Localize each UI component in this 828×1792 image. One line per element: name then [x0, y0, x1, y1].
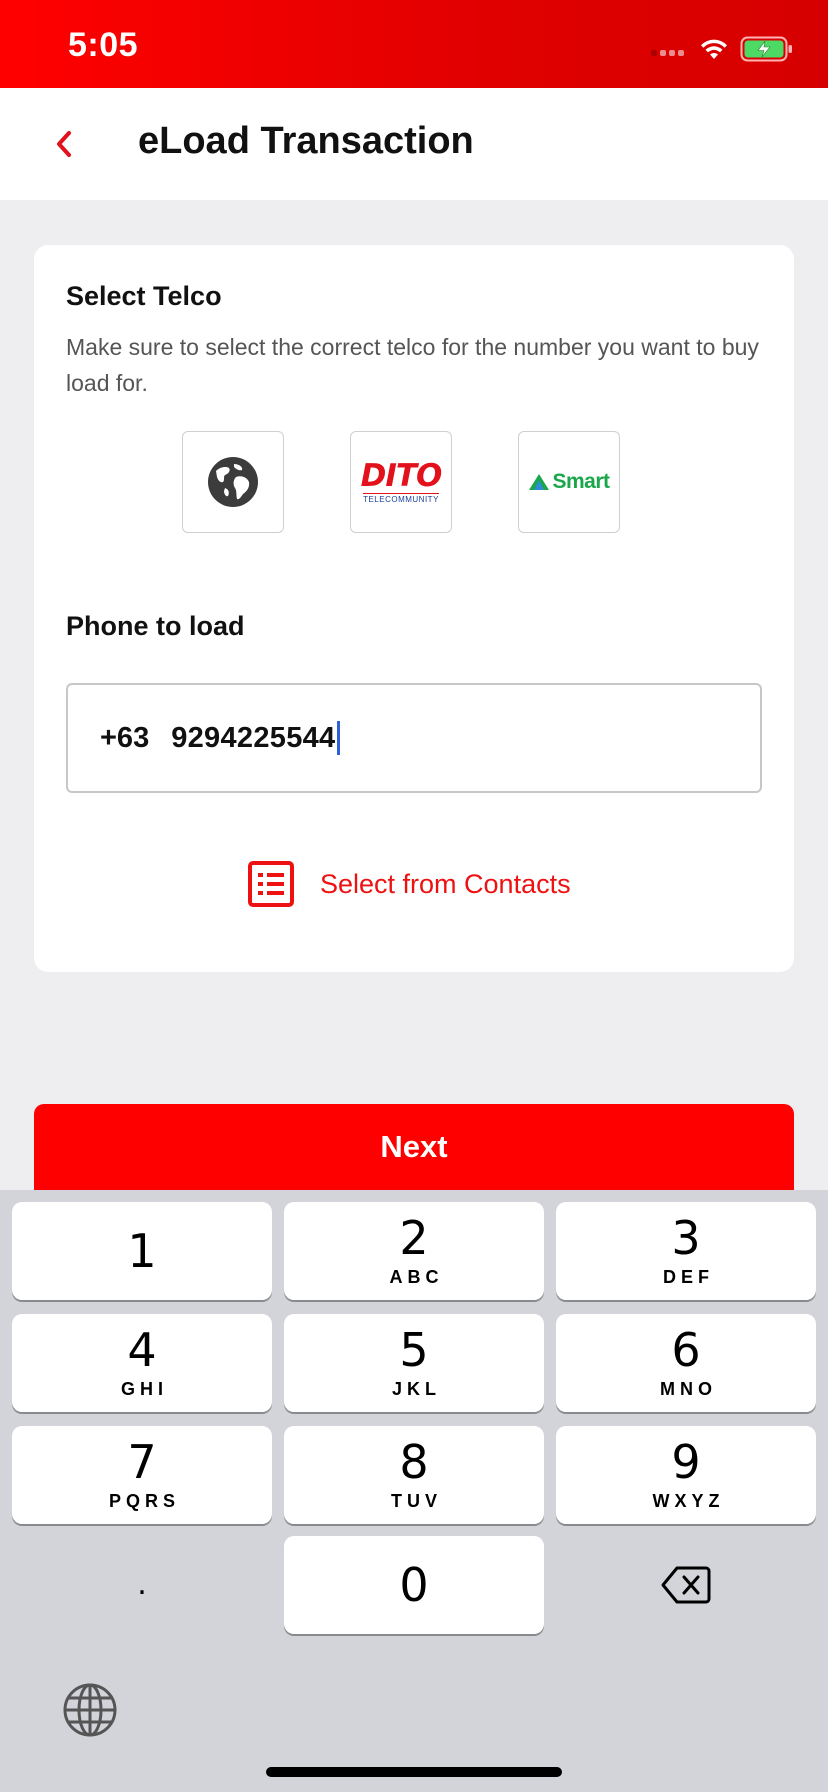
telco-option-global[interactable] [182, 431, 284, 533]
key-digit: 8 [399, 1434, 429, 1489]
phone-input[interactable]: +63 9294225544 [66, 683, 762, 793]
battery-icon [740, 36, 792, 62]
globe-icon [208, 457, 258, 507]
phone-number-value: 9294225544 [171, 721, 336, 754]
key-digit: 2 [399, 1210, 429, 1265]
page-title: eLoad Transaction [138, 120, 474, 162]
back-button[interactable] [36, 116, 92, 172]
key-3[interactable]: 3 DEF [556, 1202, 816, 1300]
smart-logo: Smart [528, 470, 610, 494]
country-code: +63 [100, 721, 150, 754]
key-digit: . [137, 1567, 147, 1602]
eload-form-card: Select Telco Make sure to select the cor… [34, 245, 794, 972]
text-caret [336, 721, 340, 755]
telco-option-smart[interactable]: Smart [518, 431, 620, 533]
key-digit: 9 [671, 1434, 701, 1489]
key-0[interactable]: 0 [284, 1536, 544, 1634]
status-bar: 5:05 [0, 0, 828, 88]
key-6[interactable]: 6 MNO [556, 1314, 816, 1412]
key-letters: MNO [660, 1378, 717, 1399]
key-letters: GHI [120, 1378, 168, 1399]
smart-logo-text: Smart [552, 470, 610, 493]
home-indicator [266, 1767, 562, 1777]
key-digit: 3 [671, 1210, 701, 1265]
select-from-contacts-button[interactable]: Select from Contacts [248, 861, 571, 907]
status-time: 5:05 [68, 26, 139, 64]
dito-logo-text: DITO [360, 457, 443, 494]
key-2[interactable]: 2 ABC [284, 1202, 544, 1300]
key-digit: 1 [127, 1224, 157, 1278]
key-letters: DEF [663, 1266, 714, 1287]
key-9[interactable]: 9 WXYZ [556, 1426, 816, 1524]
select-telco-title: Select Telco [66, 281, 222, 311]
numeric-keyboard: 1 2 ABC 3 DEF 4 GHI 5 JKL 6 MNO 7 PQRS 8… [0, 1190, 828, 1792]
key-1[interactable]: 1 [12, 1202, 272, 1300]
key-digit: 7 [127, 1434, 157, 1489]
globe-outline-icon [63, 1683, 117, 1737]
key-digit: 0 [399, 1558, 429, 1612]
backspace-icon [661, 1566, 711, 1604]
keyboard-globe-key[interactable] [62, 1682, 118, 1738]
key-7[interactable]: 7 PQRS [12, 1426, 272, 1524]
key-letters: JKL [391, 1378, 441, 1399]
delete-key[interactable] [556, 1536, 816, 1634]
key-digit: 5 [399, 1322, 429, 1377]
chevron-left-icon [57, 131, 71, 157]
smart-mountain-icon [529, 474, 550, 490]
key-8[interactable]: 8 TUV [284, 1426, 544, 1524]
key-letters: PQRS [108, 1490, 180, 1511]
key-letters: ABC [389, 1266, 444, 1287]
select-telco-helper: Make sure to select the correct telco fo… [66, 334, 759, 396]
wifi-icon [701, 39, 727, 59]
next-button[interactable]: Next [34, 1104, 794, 1190]
next-button-label: Next [380, 1129, 448, 1164]
phone-to-load-title: Phone to load [66, 611, 245, 641]
telco-option-dito[interactable]: DITO TELECOMMUNITY [350, 431, 452, 533]
key-decimal[interactable]: . [12, 1536, 272, 1634]
key-digit: 6 [671, 1322, 701, 1377]
dito-logo: DITO TELECOMMUNITY [360, 457, 443, 504]
key-letters: WXYZ [652, 1490, 725, 1511]
key-digit: 4 [127, 1322, 157, 1377]
key-letters: TUV [391, 1490, 442, 1511]
status-icons [651, 36, 794, 62]
app-header: eLoad Transaction [0, 88, 828, 200]
cellular-signal-icon [651, 42, 684, 56]
key-4[interactable]: 4 GHI [12, 1314, 272, 1412]
select-from-contacts-label: Select from Contacts [320, 868, 571, 899]
telco-options: DITO TELECOMMUNITY Smart [182, 431, 620, 533]
contacts-list-icon [248, 861, 294, 907]
dito-logo-subtext: TELECOMMUNITY [363, 492, 439, 504]
key-5[interactable]: 5 JKL [284, 1314, 544, 1412]
